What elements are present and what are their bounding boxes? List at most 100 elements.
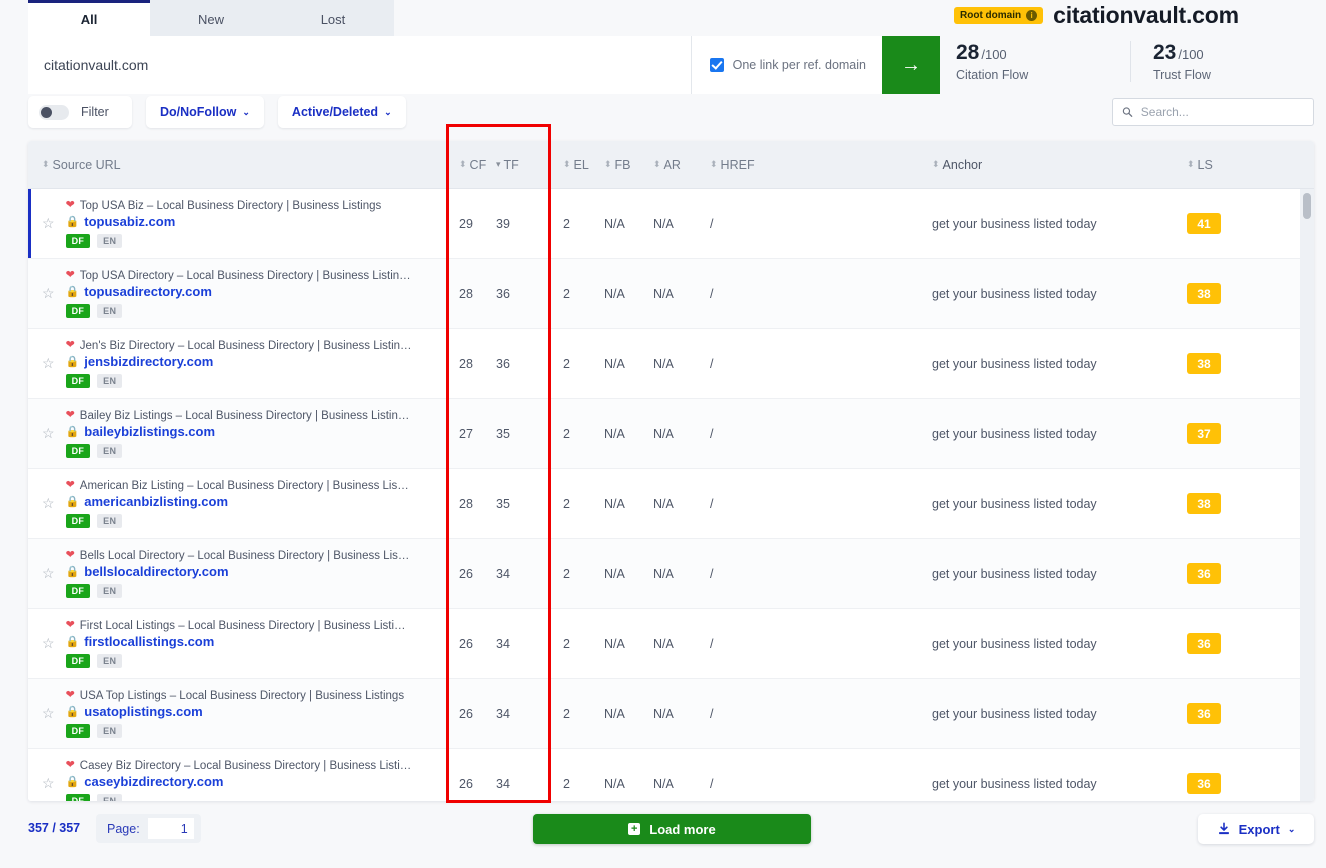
row-domain-link[interactable]: 🔒firstlocallistings.com: [66, 634, 406, 649]
dofollow-filter-label: Do/NoFollow: [160, 105, 236, 119]
sort-icon: ⬍: [653, 160, 660, 169]
sort-icon: ⬍: [563, 160, 570, 169]
search-box[interactable]: [1112, 98, 1314, 126]
cell-fb: N/A: [587, 497, 641, 511]
chevron-down-icon: ⌄: [1288, 824, 1296, 835]
export-button[interactable]: Export ⌄: [1198, 814, 1314, 844]
table-row[interactable]: ☆❤American Biz Listing – Local Business …: [28, 469, 1314, 539]
cell-fb: N/A: [587, 777, 641, 791]
cell-tf: 34: [487, 777, 537, 791]
favorite-star-icon[interactable]: ☆: [42, 635, 55, 652]
row-badges: DFEN: [66, 444, 410, 458]
citation-flow-denominator: /100: [981, 47, 1006, 62]
cell-ar: N/A: [641, 637, 689, 651]
url-block: ❤Top USA Directory – Local Business Dire…: [66, 270, 411, 318]
tab-lost[interactable]: Lost: [272, 0, 394, 36]
domain-input[interactable]: citationvault.com: [28, 57, 691, 73]
row-title-text: First Local Listings – Local Business Di…: [80, 620, 406, 632]
column-label: TF: [504, 158, 519, 172]
favorite-star-icon[interactable]: ☆: [42, 565, 55, 582]
row-domain-link[interactable]: 🔒usatoplistings.com: [66, 704, 405, 719]
row-domain-link[interactable]: 🔒jensbizdirectory.com: [66, 354, 412, 369]
chevron-down-icon: ⌄: [384, 107, 392, 118]
row-domain-text: caseybizdirectory.com: [84, 774, 223, 789]
table-row[interactable]: ☆❤Bailey Biz Listings – Local Business D…: [28, 399, 1314, 469]
search-input[interactable]: [1141, 105, 1304, 119]
column-label: CF: [470, 158, 487, 172]
column-header-fb[interactable]: ⬍FB: [587, 158, 641, 172]
table-row[interactable]: ☆ ❤Top USA Directory – Local Business Dir…: [28, 259, 1314, 329]
page-label: Page:: [107, 822, 140, 836]
page-input[interactable]: [148, 818, 194, 839]
row-domain-link[interactable]: 🔒topusabiz.com: [66, 214, 382, 229]
link-score-badge: 38: [1187, 283, 1221, 304]
link-score-badge: 36: [1187, 633, 1221, 654]
column-header-tf[interactable]: ▾TF: [487, 158, 537, 172]
majestic-heart-icon: ❤: [66, 270, 75, 281]
lock-icon: 🔒: [66, 635, 80, 648]
lock-icon: 🔒: [66, 215, 80, 228]
table-row[interactable]: ☆❤Top USA Biz – Local Business Directory…: [28, 189, 1314, 259]
info-icon[interactable]: i: [1026, 10, 1037, 21]
sort-icon: ⬍: [1187, 160, 1194, 169]
checkbox-icon[interactable]: [710, 58, 724, 72]
site-metrics-panel: Root domain i citationvault.com 28/100 C…: [954, 2, 1314, 82]
row-domain-link[interactable]: 🔒caseybizdirectory.com: [66, 774, 412, 789]
favorite-star-icon[interactable]: ☆: [42, 285, 55, 302]
row-title: ❤Jen's Biz Directory – Local Business Di…: [66, 340, 412, 352]
favorite-star-icon[interactable]: ☆: [42, 355, 55, 372]
table-row[interactable]: ☆❤Casey Biz Directory – Local Business D…: [28, 749, 1314, 801]
cell-ls: 38: [1187, 283, 1265, 304]
tab-new[interactable]: New: [150, 0, 272, 36]
dofollow-filter-dropdown[interactable]: Do/NoFollow ⌄: [146, 96, 264, 128]
tab-all[interactable]: All: [28, 0, 150, 36]
table-row[interactable]: ☆❤First Local Listings – Local Business …: [28, 609, 1314, 679]
row-title: ❤Bells Local Directory – Local Business …: [66, 550, 410, 562]
row-domain-link[interactable]: 🔒americanbizlisting.com: [66, 494, 409, 509]
row-title-text: Bells Local Directory – Local Business D…: [80, 550, 410, 562]
table-scrollbar[interactable]: [1300, 189, 1314, 801]
cell-anchor: get your business listed today: [932, 357, 1187, 371]
page-selector[interactable]: Page:: [96, 814, 201, 843]
load-more-button[interactable]: + Load more: [533, 814, 811, 844]
row-domain-link[interactable]: 🔒topusadirectory.com: [66, 284, 411, 299]
active-deleted-filter-dropdown[interactable]: Active/Deleted ⌄: [278, 96, 406, 128]
cell-cf: 26: [443, 567, 487, 581]
favorite-star-icon[interactable]: ☆: [42, 425, 55, 442]
filter-toggle[interactable]: Filter: [28, 96, 132, 128]
table-row[interactable]: ☆❤USA Top Listings – Local Business Dire…: [28, 679, 1314, 749]
column-header-ls[interactable]: ⬍LS: [1187, 158, 1265, 172]
column-header-el[interactable]: ⬍EL: [537, 158, 587, 172]
backlinks-table: ⬍Source URL ⬍CF ▾TF ⬍EL ⬍FB ⬍AR ⬍HREF ⬍A…: [28, 141, 1314, 801]
submit-search-button[interactable]: →: [882, 36, 940, 94]
root-domain-label: Root domain: [960, 10, 1021, 21]
citation-flow-value: 28: [956, 41, 979, 64]
row-badges: DFEN: [66, 374, 412, 388]
cell-href: /: [689, 637, 932, 651]
row-badges: DFEN: [66, 794, 412, 802]
favorite-star-icon[interactable]: ☆: [42, 705, 55, 722]
toggle-switch-icon[interactable]: [39, 105, 69, 120]
cell-cf: 26: [443, 777, 487, 791]
cell-el: 2: [537, 497, 587, 511]
scrollbar-thumb[interactable]: [1303, 193, 1311, 219]
row-badges: DFEN: [66, 654, 406, 668]
column-header-ar[interactable]: ⬍AR: [641, 158, 689, 172]
cell-fb: N/A: [587, 567, 641, 581]
favorite-star-icon[interactable]: ☆: [42, 495, 55, 512]
column-header-href[interactable]: ⬍HREF: [689, 158, 932, 172]
backlinks-page: All New Lost citationvault.com One link …: [0, 0, 1326, 868]
favorite-star-icon[interactable]: ☆: [42, 215, 55, 232]
cell-source-url: ☆ ❤Top USA Directory – Local Business Dir…: [28, 270, 443, 318]
one-link-per-domain-option[interactable]: One link per ref. domain: [691, 36, 882, 94]
row-domain-link[interactable]: 🔒bellslocaldirectory.com: [66, 564, 410, 579]
language-badge: EN: [97, 584, 122, 598]
cell-href: /: [689, 427, 932, 441]
table-row[interactable]: ☆ ❤Bells Local Directory – Local Business…: [28, 539, 1314, 609]
table-row[interactable]: ☆ ❤Jen's Biz Directory – Local Business D…: [28, 329, 1314, 399]
column-header-source-url[interactable]: ⬍Source URL: [28, 158, 443, 172]
column-header-anchor[interactable]: ⬍Anchor: [932, 158, 1187, 172]
row-domain-link[interactable]: 🔒baileybizlistings.com: [66, 424, 410, 439]
favorite-star-icon[interactable]: ☆: [42, 775, 55, 792]
column-header-cf[interactable]: ⬍CF: [443, 158, 487, 172]
